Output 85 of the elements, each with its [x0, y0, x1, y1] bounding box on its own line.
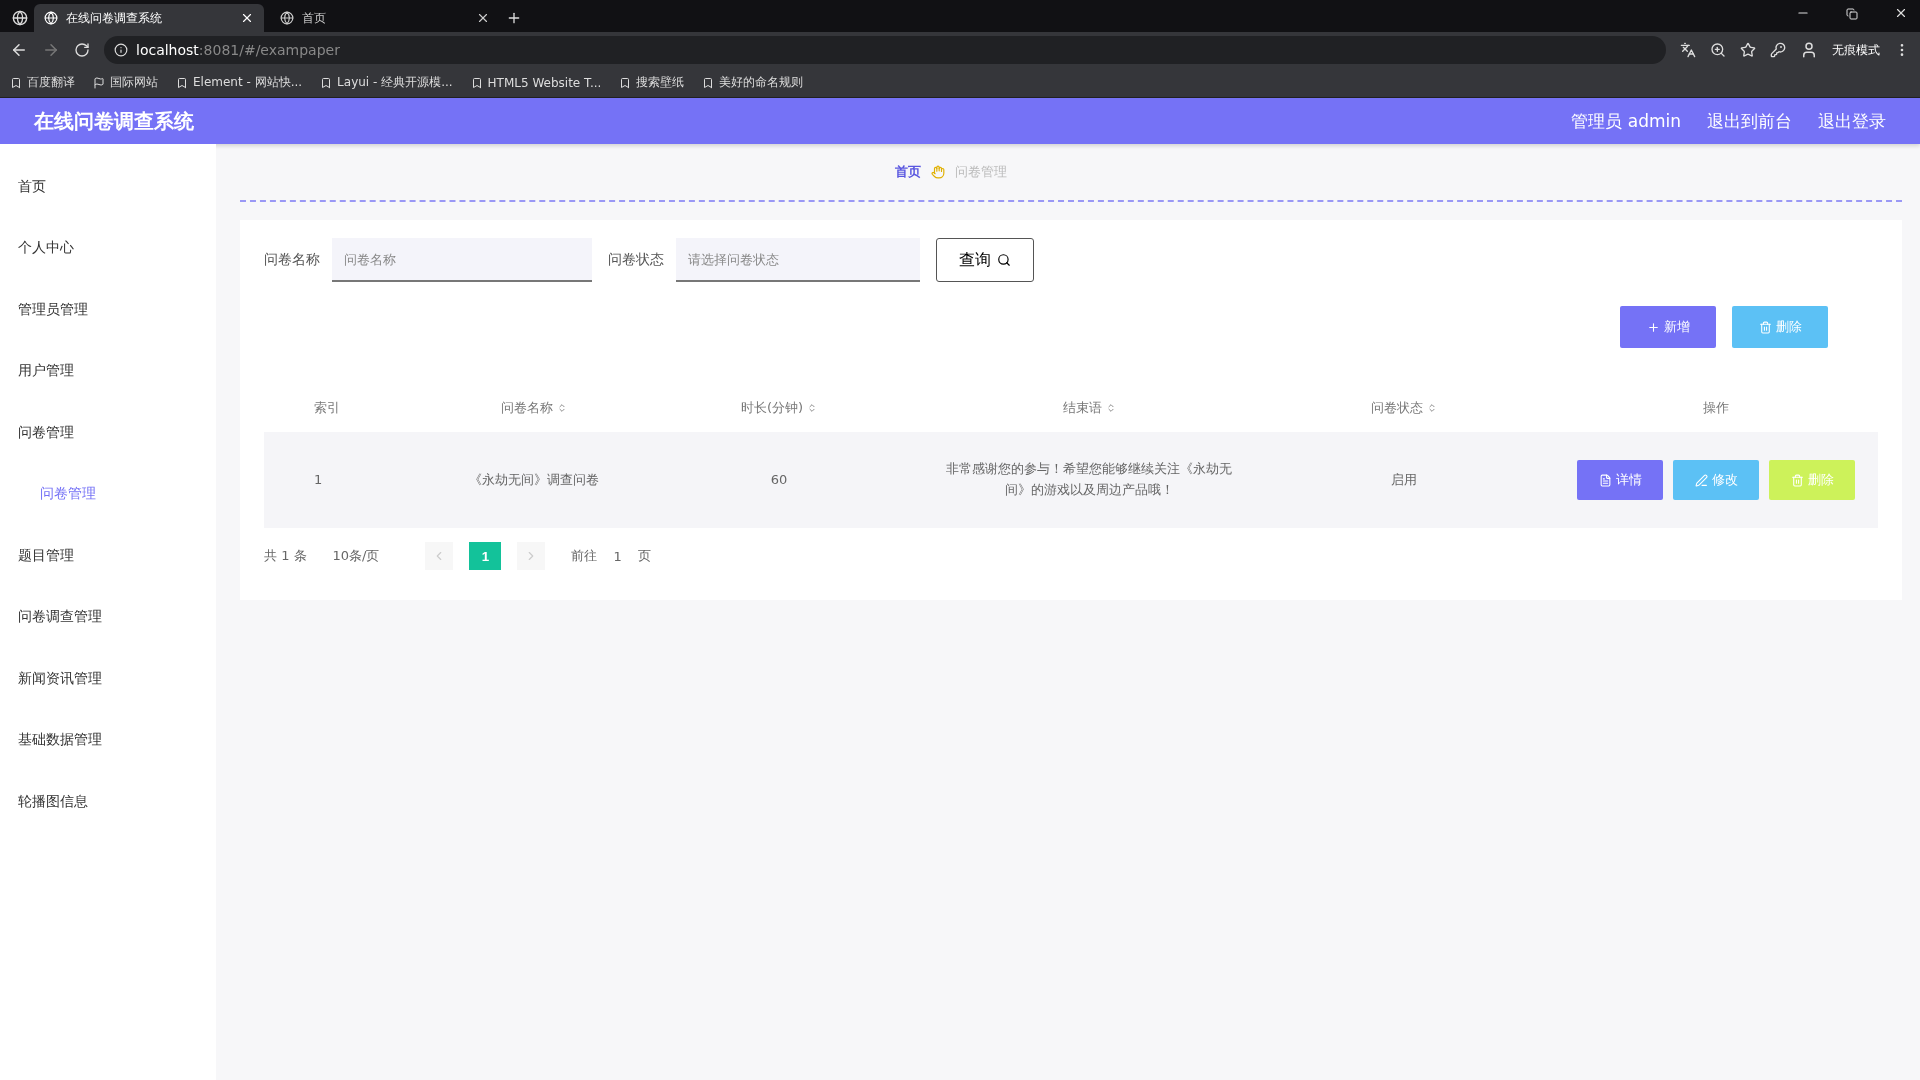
bookmark-icon — [10, 76, 22, 89]
close-icon[interactable] — [1894, 6, 1908, 20]
star-icon[interactable] — [1740, 42, 1756, 58]
reload-icon[interactable] — [74, 42, 90, 58]
back-icon[interactable] — [10, 41, 28, 59]
address-host: localhost — [136, 42, 199, 58]
sidebar-subitem[interactable]: 问卷管理 — [0, 463, 216, 525]
column-header[interactable]: 时长(分钟) — [634, 399, 924, 417]
sidebar-item[interactable]: 首页 — [0, 156, 216, 218]
browser-tab[interactable]: 在线问卷调查系统 — [34, 4, 264, 32]
sidebar-item[interactable]: 管理员管理 — [0, 279, 216, 341]
key-icon[interactable] — [1770, 42, 1786, 58]
column-header[interactable]: 索引 — [314, 399, 434, 417]
info-icon — [114, 43, 128, 57]
tab-title: 在线问卷调查系统 — [66, 9, 163, 27]
header-link[interactable]: 退出登录 — [1818, 109, 1886, 133]
search-field[interactable]: 问卷名称 — [332, 238, 592, 282]
forward-icon[interactable] — [42, 41, 60, 59]
table-cell-text: 启用 — [1390, 470, 1418, 489]
profile-icon[interactable] — [1800, 41, 1818, 59]
total-count: 共 1 条 — [264, 547, 307, 565]
bookmark[interactable]: Layui - 经典开源模... — [320, 74, 453, 91]
bookmark[interactable]: 搜索壁纸 — [619, 74, 685, 91]
bookmark[interactable]: Element - 网站快... — [176, 74, 303, 91]
search-icon — [997, 253, 1011, 267]
table-cell-text: 60 — [769, 470, 789, 489]
page-size-select[interactable]: 10条/页 — [332, 547, 380, 565]
bookmark-icon — [320, 76, 333, 89]
bookmark-icon — [702, 76, 715, 89]
hand-icon — [931, 165, 945, 179]
sidebar-item[interactable]: 问卷管理 — [0, 402, 216, 464]
tab-title: 首页 — [302, 9, 327, 27]
app-title: 在线问卷调查系统 — [34, 107, 195, 135]
sidebar-item[interactable]: 基础数据管理 — [0, 709, 216, 771]
flag-icon — [93, 76, 105, 89]
address-field[interactable]: localhost:8081/#/exampaper — [104, 36, 1666, 64]
bookmark[interactable]: 美好的命名规则 — [702, 74, 804, 91]
field-label: 问卷名称 — [264, 251, 320, 269]
column-header[interactable]: 问卷名称 — [434, 399, 634, 417]
sidebar-item[interactable]: 题目管理 — [0, 525, 216, 587]
column-header[interactable]: 结束语 — [924, 399, 1254, 417]
sidebar-item[interactable]: 问卷调查管理 — [0, 586, 216, 648]
pen-icon — [1694, 473, 1708, 487]
breadcrumb-item[interactable]: 首页 — [895, 163, 921, 181]
sidebar-item[interactable]: 个人中心 — [0, 217, 216, 279]
field-label: 问卷状态 — [608, 251, 664, 269]
trash-icon — [1790, 473, 1804, 487]
restore-icon[interactable] — [1846, 8, 1858, 20]
browser-icon[interactable] — [12, 10, 28, 26]
column-header[interactable]: 问卷状态 — [1254, 399, 1554, 417]
document-icon — [1598, 473, 1612, 487]
profile-label[interactable]: 无痕模式 — [1832, 41, 1880, 59]
header-link[interactable]: 退出到前台 — [1707, 109, 1792, 133]
bookmark-icon — [470, 76, 483, 89]
table-cell-text: 1 — [314, 470, 324, 489]
goto-label: 前往 — [571, 547, 598, 565]
search-field[interactable]: 请选择问卷状态 — [676, 238, 920, 282]
sidebar-item[interactable]: 用户管理 — [0, 340, 216, 402]
plus-icon — [1646, 320, 1660, 334]
add-button[interactable]: 新增 — [1620, 306, 1716, 348]
address-path: :8081/#/exampaper — [198, 42, 340, 58]
close-icon[interactable] — [476, 11, 490, 25]
new-tab-icon[interactable] — [506, 10, 522, 26]
bookmark[interactable]: HTML5 Website T... — [470, 75, 602, 90]
bookmark-icon — [176, 76, 188, 89]
trash-icon — [1758, 320, 1772, 334]
sidebar-item[interactable]: 轮播图信息 — [0, 771, 216, 833]
browser-tab[interactable]: 首页 — [270, 4, 500, 32]
detail-button[interactable]: 详情 — [1577, 460, 1663, 500]
bookmark[interactable]: 百度翻译 — [10, 74, 75, 91]
table-cell-text: 《永劫无间》调查问卷 — [468, 470, 600, 489]
translate-icon[interactable] — [1680, 42, 1696, 58]
goto-suffix: 页 — [637, 547, 651, 565]
query-button[interactable]: 查询 — [936, 238, 1034, 282]
close-icon[interactable] — [240, 11, 254, 25]
globe-icon — [44, 11, 58, 25]
sidebar-item[interactable]: 新闻资讯管理 — [0, 648, 216, 710]
header-link[interactable]: 管理员 admin — [1571, 109, 1681, 133]
zoom-icon[interactable] — [1710, 42, 1726, 58]
goto-field[interactable]: 1 — [613, 548, 622, 564]
table-cell-text: 非常感谢您的参与！希望您能够继续关注《永劫无间》的游戏以及周边产品哦！ — [945, 460, 1233, 499]
globe-icon — [280, 11, 294, 25]
bookmark-icon — [619, 76, 632, 89]
column-header[interactable]: 操作 — [1554, 399, 1878, 417]
bookmark[interactable]: 国际网站 — [93, 74, 158, 91]
